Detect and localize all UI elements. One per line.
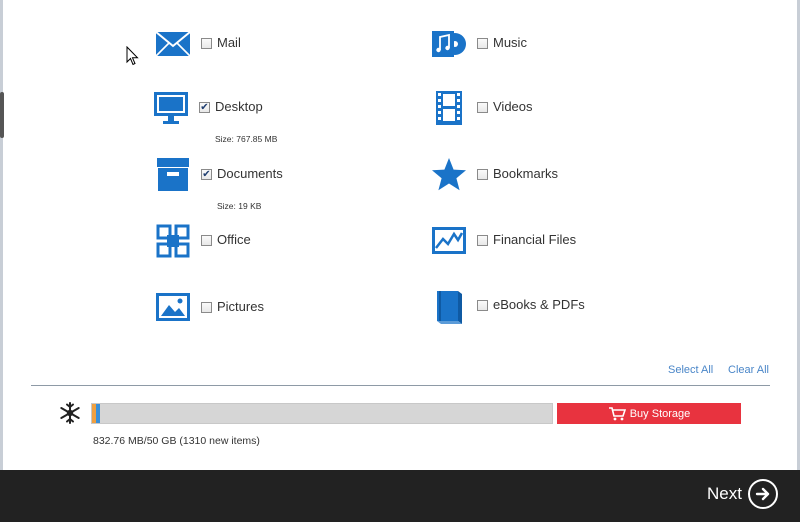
mail-checkbox[interactable] bbox=[201, 38, 212, 49]
storage-progress-bar bbox=[91, 403, 553, 424]
footer-bar bbox=[0, 470, 800, 522]
pictures-label: Pictures bbox=[217, 299, 264, 314]
storage-fill-blue bbox=[96, 404, 100, 423]
music-label: Music bbox=[493, 35, 527, 50]
chart-icon bbox=[431, 223, 467, 259]
star-icon bbox=[431, 157, 467, 193]
bookmarks-label: Bookmarks bbox=[493, 166, 559, 181]
window-edge-left bbox=[0, 0, 3, 470]
bookmarks-checkbox[interactable] bbox=[477, 169, 488, 180]
clear-all-link[interactable]: Clear All bbox=[728, 364, 769, 376]
music-checkbox[interactable] bbox=[477, 38, 488, 49]
shopping-cart-icon bbox=[608, 406, 626, 420]
book-icon bbox=[431, 288, 467, 324]
office-label: Office bbox=[217, 232, 251, 247]
buy-storage-button[interactable]: Buy Storage bbox=[557, 403, 741, 424]
next-label: Next bbox=[707, 484, 742, 503]
snowflake-icon bbox=[60, 402, 80, 424]
mouse-cursor-icon bbox=[126, 46, 139, 66]
financial-files-checkbox[interactable] bbox=[477, 235, 488, 246]
documents-size: Size: 19 KB bbox=[217, 201, 262, 211]
mail-label: Mail bbox=[217, 35, 241, 50]
office-checkbox[interactable] bbox=[201, 235, 212, 246]
pictures-checkbox[interactable] bbox=[201, 302, 212, 313]
desktop-label: Desktop bbox=[215, 99, 263, 114]
ebooks-label: eBooks & PDFs bbox=[493, 297, 585, 312]
videos-checkbox[interactable] bbox=[477, 102, 488, 113]
office-icon bbox=[155, 223, 191, 259]
monitor-icon bbox=[153, 90, 189, 126]
mail-icon bbox=[155, 26, 191, 62]
music-icon bbox=[431, 26, 467, 62]
videos-label: Videos bbox=[493, 99, 533, 114]
documents-checkbox[interactable] bbox=[201, 169, 212, 180]
select-all-link[interactable]: Select All bbox=[668, 364, 713, 376]
buy-storage-label: Buy Storage bbox=[629, 407, 691, 420]
resize-handle[interactable] bbox=[0, 92, 4, 138]
financial-files-label: Financial Files bbox=[493, 232, 577, 247]
desktop-size: Size: 767.85 MB bbox=[215, 134, 278, 144]
desktop-checkbox[interactable] bbox=[199, 102, 210, 113]
film-icon bbox=[431, 90, 467, 126]
section-divider bbox=[31, 385, 770, 386]
picture-icon bbox=[155, 290, 191, 326]
archive-box-icon bbox=[155, 157, 191, 193]
next-button[interactable]: Next bbox=[707, 475, 778, 513]
documents-label: Documents bbox=[217, 166, 283, 181]
ebooks-checkbox[interactable] bbox=[477, 300, 488, 311]
storage-usage-text: 832.76 MB/50 GB (1310 new items) bbox=[93, 435, 260, 447]
arrow-right-icon bbox=[748, 479, 778, 509]
